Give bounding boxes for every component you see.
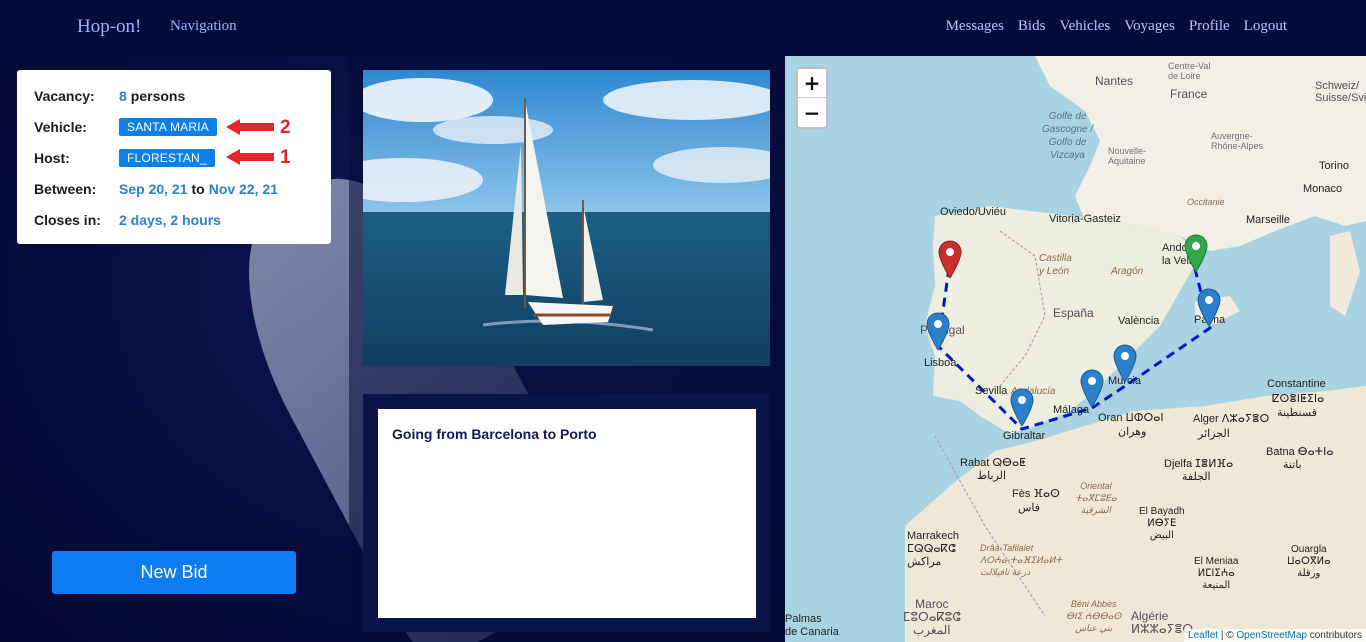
map-label-oran-ar: وهران bbox=[1118, 426, 1147, 438]
map-label-batna: Batna ⴱⴰⵜⵏⴰ bbox=[1266, 446, 1334, 458]
vehicle-photo bbox=[363, 70, 770, 366]
map-label-constantine-ar: قسنطينة bbox=[1277, 407, 1317, 419]
map-label-djelfa-ar: الجلفة bbox=[1182, 471, 1211, 483]
map-label-draa: Drâa-Tafilalet ⴷⵔⵄⴰ-ⵜⴰⴼⵉⵍⴰⵍⵜ درعة تافيلا… bbox=[980, 543, 1063, 577]
zoom-control: + − bbox=[796, 67, 828, 129]
annotation-arrow-host bbox=[226, 149, 274, 165]
annotation-arrow-vehicle bbox=[226, 119, 274, 135]
attribution-separator: | © bbox=[1218, 630, 1237, 641]
map-label-rabat-ar: الرباط bbox=[977, 470, 1007, 482]
route-map[interactable]: Nantes Centre-Val de Loire France Schwei… bbox=[785, 56, 1366, 642]
host-label: Host: bbox=[34, 150, 70, 166]
vehicle-row: Vehicle: SANTA MARIA bbox=[34, 117, 217, 137]
map-label-schweiz: Schweiz/ Suisse/Svizz bbox=[1315, 80, 1366, 104]
map-label-marseille: Marseille bbox=[1246, 214, 1291, 226]
nav-link-logout[interactable]: Logout bbox=[1244, 18, 1287, 35]
map-label-palmas: Palmas de Canaria bbox=[785, 613, 839, 638]
map-label-aragon: Aragón bbox=[1111, 266, 1144, 277]
map-label-constantine: Constantine bbox=[1267, 378, 1326, 390]
map-label-alger-ar: الجزائر bbox=[1198, 428, 1230, 440]
map-label-valencia: València bbox=[1118, 315, 1160, 327]
map-label-djelfa: Djelfa ⵊⴻⵍⴼⴰ bbox=[1164, 458, 1234, 470]
vehicle-badge[interactable]: SANTA MARIA bbox=[119, 118, 217, 136]
map-label-occitanie: Occitanie bbox=[1187, 197, 1225, 207]
nav-link-vehicles[interactable]: Vehicles bbox=[1059, 18, 1110, 35]
closes-value: 2 days, 2 hours bbox=[119, 212, 221, 228]
map-label-ouargla: Ouargla ⵡⴰⵔⴳⵍⴰ ورقلة bbox=[1287, 544, 1331, 579]
map-label-golfe: Golfe de Gascogne / Golfo de Vizcaya bbox=[1042, 111, 1094, 161]
map-label-auvergne: Auvergne- Rhône-Alpes bbox=[1211, 131, 1264, 151]
annotation-number-host: 1 bbox=[280, 147, 291, 168]
waypoint-marker-icon[interactable] bbox=[1010, 388, 1034, 426]
map-label-fes: Fès ⴼⴰⵙ bbox=[1012, 488, 1060, 500]
zoom-out-button[interactable]: − bbox=[798, 98, 826, 127]
waypoint-marker-icon[interactable] bbox=[926, 312, 950, 350]
map-label-fes-ar: فاس bbox=[1018, 502, 1041, 514]
map-label-sevilla: Sevilla bbox=[975, 385, 1008, 397]
leaflet-link[interactable]: Leaflet bbox=[1188, 630, 1218, 641]
nav-link-voyages[interactable]: Voyages bbox=[1124, 18, 1175, 35]
map-label-castilla: Castilla y León bbox=[1039, 253, 1072, 277]
map-label-oviedo: Oviedo/Uviéu bbox=[940, 206, 1007, 218]
start-marker-icon[interactable] bbox=[938, 240, 962, 278]
attribution-tail: contributors bbox=[1306, 630, 1362, 641]
osm-link[interactable]: OpenStreetMap bbox=[1236, 630, 1307, 641]
vacancy-unit: persons bbox=[130, 88, 186, 104]
description-card: Going from Barcelona to Porto bbox=[378, 409, 756, 618]
map-label-maroc: Maroc ⵎⵓⵔⴰⴽⵓⵛ المغرب bbox=[903, 597, 961, 637]
map-label-gibraltar: Gibraltar bbox=[1003, 430, 1046, 442]
map-label-constantine-t: ⵇⵙⴻⵏⵟⵉⵏⴰ bbox=[1272, 393, 1325, 405]
closes-row: Closes in: 2 days, 2 hours bbox=[34, 210, 221, 230]
map-label-centre: Centre-Val de Loire bbox=[1168, 61, 1211, 81]
map-label-beni-abbes: Béni Abbès ⴱⵏⵉ ⵄⴱⴱⴰⵙ بني عباس bbox=[1066, 599, 1122, 633]
map-label-france: France bbox=[1170, 87, 1208, 101]
map-label-lisboa: Lisboa bbox=[924, 357, 957, 369]
start-date: Sep 20, 21 bbox=[119, 181, 188, 197]
map-label-batna-ar: باتنة bbox=[1283, 459, 1302, 471]
map-label-el-menia: El Meniaa ⵍⵎⵏⵉⵄⴰ المنيعة bbox=[1194, 556, 1239, 591]
annotation-number-vehicle: 2 bbox=[280, 117, 291, 138]
nav-link-bids[interactable]: Bids bbox=[1018, 18, 1046, 35]
voyage-description: Going from Barcelona to Porto bbox=[392, 426, 597, 442]
zoom-in-button[interactable]: + bbox=[798, 69, 826, 98]
map-label-alger: Alger ⴷⵣⴰⵢⴻⵔ bbox=[1193, 413, 1270, 425]
waypoint-marker-icon[interactable] bbox=[1197, 288, 1221, 326]
navigation-menu[interactable]: Navigation bbox=[170, 18, 237, 35]
map-label-marrakech: Marrakech ⵎⵕⵕⴰⴽⵛ مراكش bbox=[907, 530, 959, 568]
map-label-monaco: Monaco bbox=[1303, 183, 1343, 195]
map-label-nouvelle: Nouvelle- Aquitaine bbox=[1108, 146, 1147, 166]
vacancy-count: 8 bbox=[119, 88, 127, 104]
to-word: to bbox=[191, 181, 205, 197]
between-row: Between: Sep 20, 21 to Nov 22, 21 bbox=[34, 179, 278, 199]
new-bid-button[interactable]: New Bid bbox=[52, 551, 296, 594]
map-label-oriental: Oriental ⵜⴰⴳⵎⵓⴹⴰ الشرقية bbox=[1075, 481, 1117, 515]
navbar: Hop-on! Navigation Messages Bids Vehicle… bbox=[0, 0, 1366, 56]
map-label-espana: España bbox=[1053, 306, 1094, 320]
end-marker-icon[interactable] bbox=[1184, 234, 1208, 272]
map-label-torino: Torino bbox=[1319, 160, 1349, 172]
host-badge[interactable]: FLORESTAN_ bbox=[119, 149, 215, 167]
between-label: Between: bbox=[34, 181, 97, 197]
nav-link-profile[interactable]: Profile bbox=[1189, 18, 1230, 35]
map-label-vitoria: Vitoria-Gasteiz bbox=[1049, 213, 1121, 225]
map-label-el-bayadh: El Bayadh ⵍⴱⵢⴹ البيض bbox=[1139, 506, 1185, 541]
vehicle-label: Vehicle: bbox=[34, 119, 87, 135]
map-label-nantes: Nantes bbox=[1095, 74, 1134, 88]
closes-label: Closes in: bbox=[34, 212, 101, 228]
map-label-rabat: Rabat ⵕⴱⴰⵟ bbox=[960, 457, 1026, 469]
map-label-oran: Oran ⵡⵀⵔⴰⵏ bbox=[1098, 412, 1164, 424]
waypoint-marker-icon[interactable] bbox=[1080, 369, 1104, 407]
vacancy-row: Vacancy: 8 persons bbox=[34, 86, 185, 106]
waypoint-marker-icon[interactable] bbox=[1113, 344, 1137, 382]
nav-links: Messages Bids Vehicles Voyages Profile L… bbox=[946, 18, 1287, 35]
host-row: Host: FLORESTAN_ bbox=[34, 148, 215, 168]
nav-link-messages[interactable]: Messages bbox=[946, 18, 1004, 35]
end-date: Nov 22, 21 bbox=[208, 181, 278, 197]
brand-logo[interactable]: Hop-on! bbox=[77, 16, 141, 38]
vacancy-label: Vacancy: bbox=[34, 88, 95, 104]
map-attribution: Leaflet | © OpenStreetMap contributors bbox=[1184, 629, 1366, 642]
